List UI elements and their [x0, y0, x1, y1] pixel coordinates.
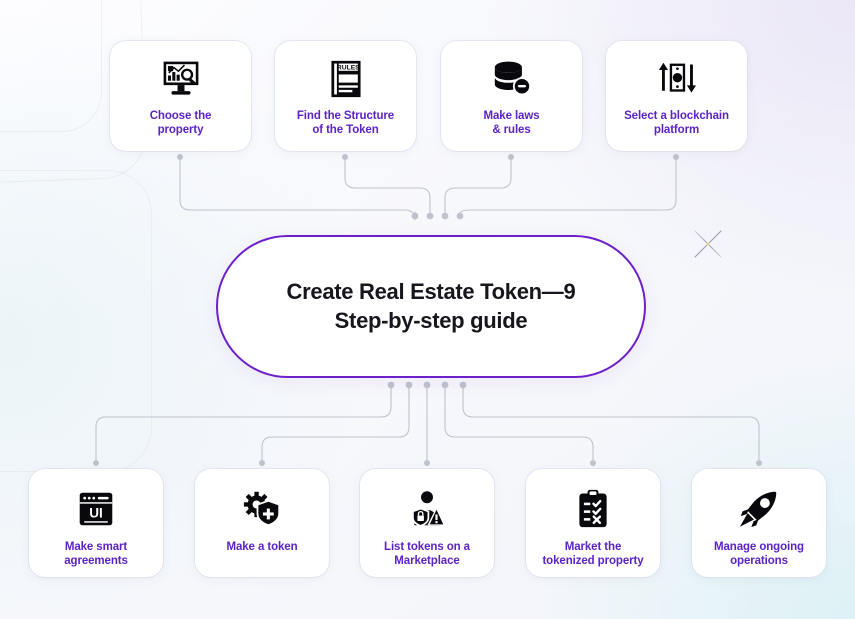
sparkle-star-icon	[688, 224, 728, 264]
database-badge-icon	[490, 58, 534, 100]
step-card-label: Make laws & rules	[483, 110, 540, 137]
step-card-manage-ongoing-operations[interactable]: Manage ongoing operations	[692, 469, 826, 577]
step-card-label: Market the tokenized property	[542, 541, 644, 568]
background-watermark-shape	[0, 0, 102, 132]
step-card-market-the-tokenized-property[interactable]: Market the tokenized property	[526, 469, 660, 577]
step-card-label: Choose the property	[149, 110, 212, 137]
page-title: Create Real Estate Token—9 Step-by-step …	[286, 278, 576, 333]
svg-text:RULES: RULES	[336, 65, 359, 72]
monitor-chart-search-icon	[160, 58, 202, 100]
step-card-label: Make a token	[226, 541, 298, 553]
step-card-label: Make smart agreements	[64, 541, 128, 568]
step-card-make-smart-agreements[interactable]: UI Make smart agreements	[29, 469, 163, 577]
banknote-arrows-icon	[655, 58, 699, 100]
step-card-select-a-blockchain-platform[interactable]: Select a blockchain platform	[606, 41, 747, 151]
background-watermark-shape	[0, 170, 152, 472]
step-card-label: Manage ongoing operations	[714, 541, 804, 568]
step-card-make-laws-and-rules[interactable]: Make laws & rules	[441, 41, 582, 151]
rocket-icon	[738, 488, 780, 530]
step-card-label: Find the Structure of the Token	[296, 110, 395, 137]
step-card-label: List tokens on a Marketplace	[384, 541, 470, 568]
gear-shield-plus-icon	[241, 488, 283, 530]
svg-text:UI: UI	[89, 506, 103, 521]
step-card-find-the-structure-of-the-token[interactable]: RULES Find the Structure of the Token	[275, 41, 416, 151]
center-node-title-card: Create Real Estate Token—9 Step-by-step …	[216, 235, 646, 378]
step-card-make-a-token[interactable]: Make a token	[195, 469, 329, 577]
person-shield-warning-icon	[406, 488, 448, 530]
step-card-choose-the-property[interactable]: Choose the property	[110, 41, 251, 151]
infographic-canvas: Choose the property RULES Find the Struc…	[0, 0, 855, 619]
step-card-label: Select a blockchain platform	[624, 110, 729, 137]
rules-book-icon: RULES	[327, 58, 365, 100]
browser-ui-icon: UI	[76, 488, 116, 530]
clipboard-checklist-icon	[575, 488, 611, 530]
step-card-list-tokens-on-a-marketplace[interactable]: List tokens on a Marketplace	[360, 469, 494, 577]
